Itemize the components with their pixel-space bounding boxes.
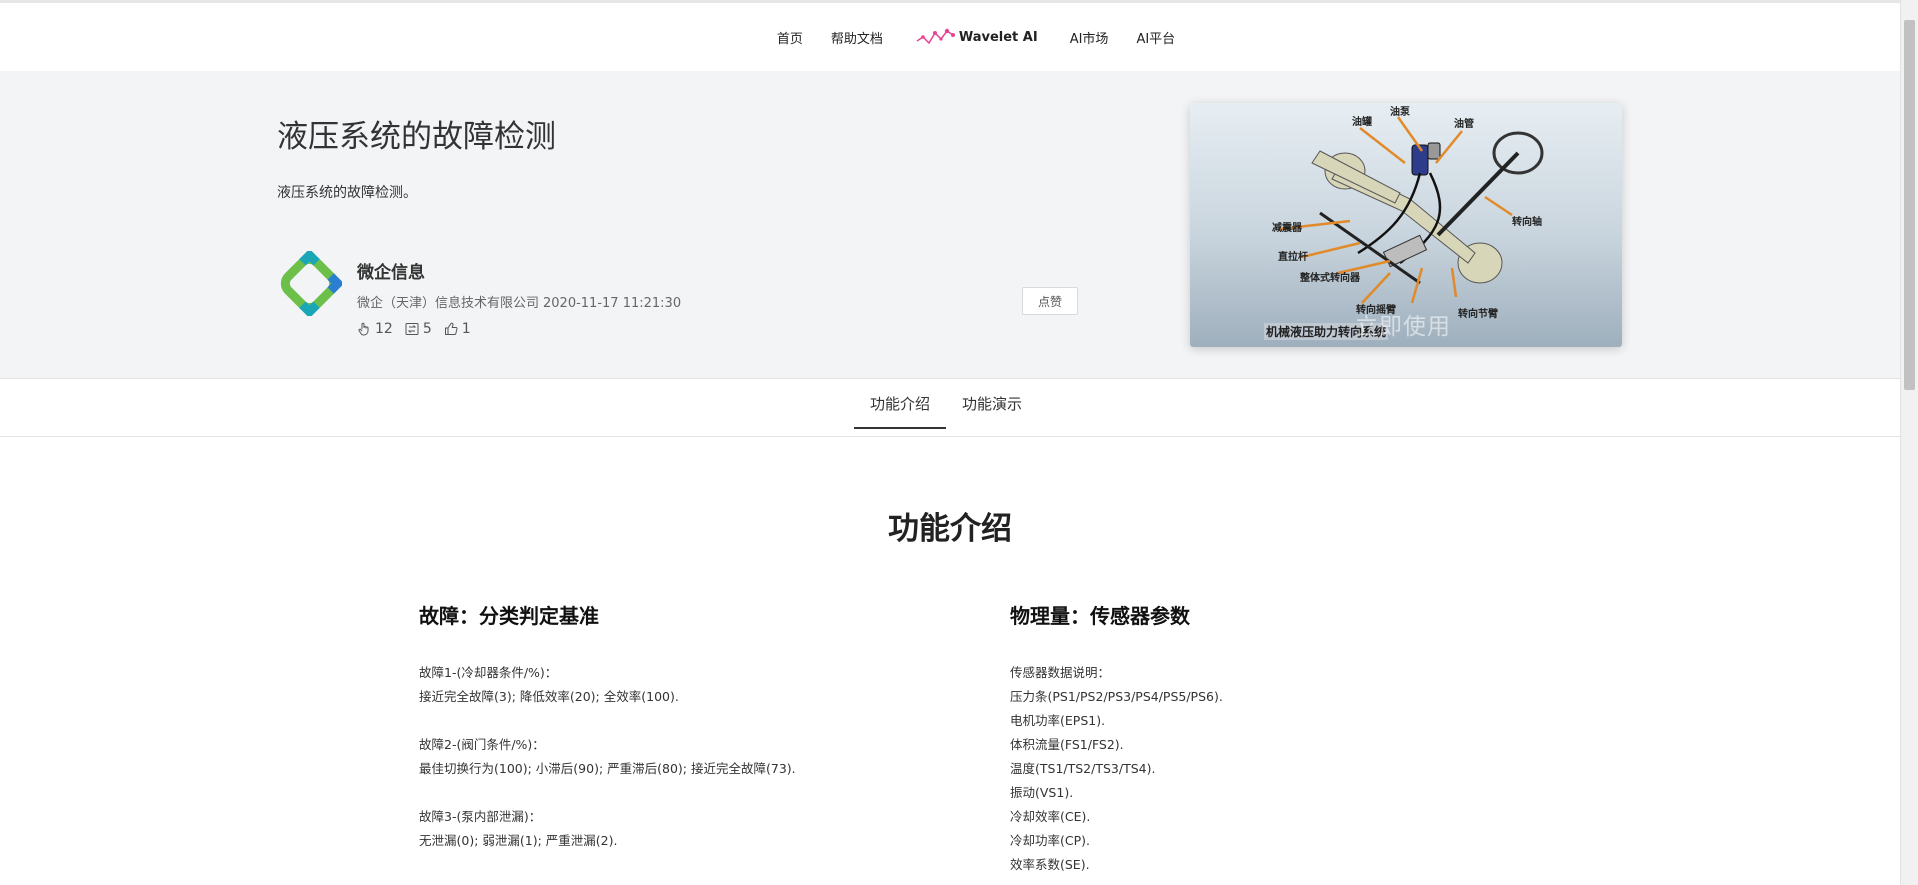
top-navigation: 首页 帮助文档 Wavelet AI AI市场 AI平台	[0, 3, 1900, 71]
preview-image[interactable]: 油罐 油泵 油管 转向轴 减震器 直拉杆 整体式转向器 转向摇臂 转向节臂 机械…	[1190, 103, 1622, 347]
sensor-line: 冷却效率(CE).	[1010, 809, 1091, 824]
tab-feature-demo[interactable]: 功能演示	[946, 379, 1038, 429]
author-meta: 微企（天津）信息技术有限公司 2020-11-17 11:21:30	[357, 292, 681, 311]
fault-criteria-heading: 故障：分类判定基准	[419, 604, 599, 628]
label-knuckle-arm: 转向节臂	[1458, 307, 1498, 320]
brand-label: Wavelet AI	[958, 29, 1038, 45]
fault-2-values: 最佳切换行为(100); 小滞后(90); 严重滞后(80); 接近完全故障(7…	[419, 761, 796, 776]
fault-2-title: 故障2-(阀门条件/%)：	[419, 737, 545, 752]
section-title: 功能介绍	[888, 511, 1012, 547]
fault-1-title: 故障1-(冷却器条件/%)：	[419, 665, 558, 680]
author-name[interactable]: 微企信息	[357, 258, 425, 283]
sensor-line: 效率系数(SE).	[1010, 857, 1090, 872]
author-company: 微企（天津）信息技术有限公司	[357, 296, 540, 311]
fault-criteria-column: 故障：分类判定基准 故障1-(冷却器条件/%)： 接近完全故障(3); 降低效率…	[419, 600, 796, 853]
uses-stat: 12	[357, 321, 393, 337]
nav-ai-platform[interactable]: AI平台	[1122, 28, 1189, 47]
forks-count: 5	[422, 321, 432, 337]
stats-row: 12 5 1	[357, 321, 483, 337]
likes-stat: 1	[444, 321, 471, 337]
sensor-line: 传感器数据说明：	[1010, 665, 1111, 680]
sensor-line: 冷却功率(CP).	[1010, 833, 1090, 848]
nav-help-docs[interactable]: 帮助文档	[817, 28, 897, 47]
scrollbar-thumb[interactable]	[1904, 20, 1915, 390]
label-tie-rod: 直拉杆	[1278, 250, 1308, 263]
page-title: 液压系统的故障检测	[277, 119, 556, 155]
sensor-line: 温度(TS1/TS2/TS3/TS4).	[1010, 761, 1156, 776]
hand-pointer-icon	[358, 322, 369, 336]
uses-count: 12	[375, 321, 393, 337]
publish-datetime: 2020-11-17 11:21:30	[543, 296, 682, 311]
nav-ai-market[interactable]: AI市场	[1056, 28, 1123, 47]
label-oil-pipe: 油管	[1454, 117, 1474, 130]
label-shock-absorber: 减震器	[1272, 221, 1303, 234]
fault-3-values: 无泄漏(0); 弱泄漏(1); 严重泄漏(2).	[419, 833, 618, 848]
page-scrollbar[interactable]	[1900, 0, 1918, 885]
label-oil-tank: 油罐	[1352, 115, 1372, 128]
nav-list: 首页 帮助文档 Wavelet AI AI市场 AI平台	[763, 27, 1189, 47]
use-now-button[interactable]: 立即使用	[1355, 307, 1451, 341]
label-steering-shaft: 转向轴	[1512, 215, 1542, 228]
label-oil-pump: 油泵	[1390, 105, 1411, 118]
thumbs-up-icon	[444, 322, 458, 335]
likes-count: 1	[461, 321, 471, 337]
sensor-params-column: 物理量：传感器参数 传感器数据说明： 压力条(PS1/PS2/PS3/PS4/P…	[1010, 600, 1223, 877]
sensor-line: 振动(VS1).	[1010, 785, 1074, 800]
nav-home[interactable]: 首页	[763, 28, 817, 47]
page-description: 液压系统的故障检测。	[277, 185, 417, 201]
tab-feature-intro[interactable]: 功能介绍	[854, 379, 947, 429]
nav-wavelet-ai[interactable]: Wavelet AI	[901, 27, 1052, 47]
wavelet-logo-icon	[916, 28, 955, 45]
sensor-line: 体积流量(FS1/FS2).	[1010, 737, 1124, 752]
tabs: 功能介绍 功能演示	[854, 379, 1038, 437]
forks-stat: 5	[405, 321, 432, 337]
tab-bar: 功能介绍 功能演示	[0, 379, 1900, 437]
fault-criteria-list: 故障1-(冷却器条件/%)： 接近完全故障(3); 降低效率(20); 全效率(…	[419, 661, 796, 853]
sensor-params-list: 传感器数据说明： 压力条(PS1/PS2/PS3/PS4/PS5/PS6). 电…	[1010, 661, 1223, 877]
author-avatar	[280, 251, 342, 316]
sensor-params-heading: 物理量：传感器参数	[1010, 604, 1190, 628]
fault-1-values: 接近完全故障(3); 降低效率(20); 全效率(100).	[419, 689, 679, 704]
fork-icon	[405, 323, 419, 335]
hero-section: 液压系统的故障检测 液压系统的故障检测。 微企信息 微企（天津）信息技术有限公司…	[0, 71, 1900, 379]
fault-3-title: 故障3-(泵内部泄漏)：	[419, 809, 542, 824]
label-integral-gear: 整体式转向器	[1299, 271, 1361, 284]
sensor-line: 压力条(PS1/PS2/PS3/PS4/PS5/PS6).	[1010, 689, 1223, 704]
sensor-line: 电机功率(EPS1).	[1010, 713, 1106, 728]
like-button[interactable]: 点赞	[1022, 287, 1078, 315]
